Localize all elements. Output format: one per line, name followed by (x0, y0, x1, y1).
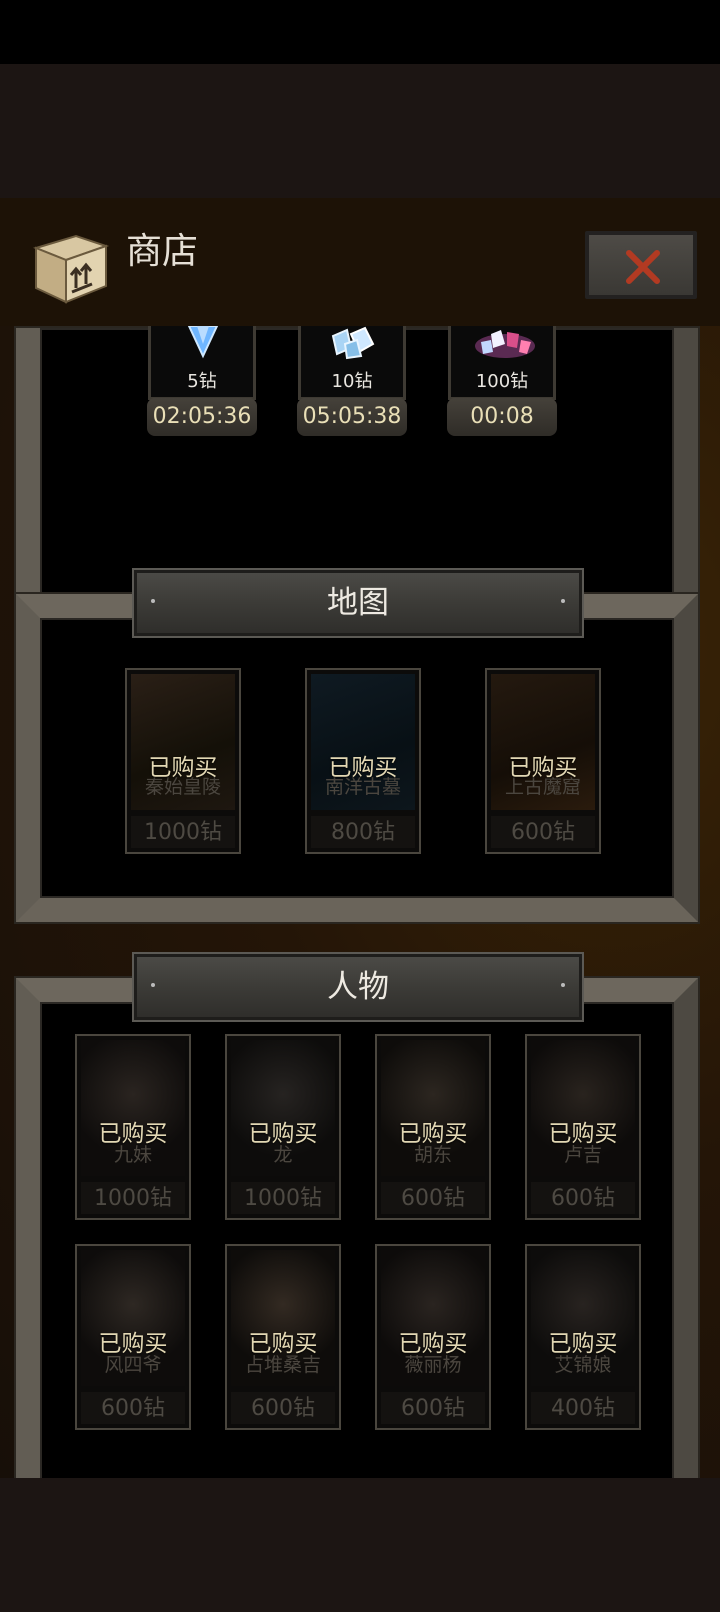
character-price: 600钻 (401, 1396, 465, 1421)
character-price: 1000钻 (244, 1186, 322, 1211)
purchased-label: 已购买 (148, 755, 218, 781)
map-card-nanyang-tomb[interactable]: 南洋古墓 已购买 800钻 (305, 668, 421, 854)
character-price: 600钻 (551, 1186, 615, 1211)
purchased-label: 已购买 (248, 1331, 318, 1357)
shop-window: 商店 5钻 10钻 100钻 02:05:36 05:05:38 00:08 地… (0, 198, 720, 1478)
diamond-item-100[interactable]: 100钻 (448, 326, 556, 400)
map-price: 600钻 (511, 820, 575, 845)
diamond-amount: 5钻 (187, 371, 217, 392)
gem-pile-icon (475, 330, 535, 358)
character-card-luji[interactable]: 卢吉 已购买 600钻 (525, 1034, 641, 1220)
rivet (561, 599, 565, 603)
shop-header: 商店 (0, 198, 720, 326)
character-section-title: 人物 (327, 969, 389, 1005)
map-section-title: 地图 (327, 585, 389, 621)
diamond-amount: 100钻 (475, 371, 529, 392)
map-card-qin-tomb[interactable]: 秦始皇陵 已购买 1000钻 (125, 668, 241, 854)
rivet (151, 599, 155, 603)
diamond-timer: 02:05:36 (147, 398, 257, 436)
map-price: 1000钻 (144, 820, 222, 845)
character-price: 600钻 (101, 1396, 165, 1421)
map-card-ancient-cave[interactable]: 上古魔窟 已购买 600钻 (485, 668, 601, 854)
purchased-label: 已购买 (548, 1331, 618, 1357)
ice-crystals-icon (331, 326, 375, 360)
character-price: 400钻 (551, 1396, 615, 1421)
diamond-timer: 05:05:38 (297, 398, 407, 436)
map-section-banner: 地图 (132, 568, 584, 638)
close-button[interactable] (585, 231, 697, 299)
diamond-amount: 10钻 (331, 371, 373, 392)
purchased-label: 已购买 (328, 755, 398, 781)
purchased-label: 已购买 (398, 1121, 468, 1147)
character-card-long[interactable]: 龙 已购买 1000钻 (225, 1034, 341, 1220)
purchased-label: 已购买 (248, 1121, 318, 1147)
rivet (151, 983, 155, 987)
character-card-weiliyang[interactable]: 薇丽杨 已购买 600钻 (375, 1244, 491, 1430)
diamond-item-5[interactable]: 5钻 (148, 326, 256, 400)
diamond-item-10[interactable]: 10钻 (298, 326, 406, 400)
character-card-fengsiye[interactable]: 风四爷 已购买 600钻 (75, 1244, 191, 1430)
diamond-timer: 00:08 (447, 398, 557, 436)
character-price: 600钻 (251, 1396, 315, 1421)
letterbox-top (0, 64, 720, 198)
character-price: 600钻 (401, 1186, 465, 1211)
map-price: 800钻 (331, 820, 395, 845)
character-card-zhandui-sangji[interactable]: 占堆桑吉 已购买 600钻 (225, 1244, 341, 1430)
purchased-label: 已购买 (98, 1121, 168, 1147)
character-card-hudong[interactable]: 胡东 已购买 600钻 (375, 1034, 491, 1220)
shop-title: 商店 (126, 231, 199, 272)
character-section-banner: 人物 (132, 952, 584, 1022)
letterbox-bottom (0, 1478, 720, 1612)
rivet (561, 983, 565, 987)
character-price: 1000钻 (94, 1186, 172, 1211)
blue-diamond-icon (187, 326, 219, 359)
purchased-label: 已购买 (548, 1121, 618, 1147)
package-box-icon (30, 226, 110, 304)
status-bar (0, 0, 720, 64)
purchased-label: 已购买 (508, 755, 578, 781)
purchased-label: 已购买 (98, 1331, 168, 1357)
character-card-jiumei[interactable]: 九妹 已购买 1000钻 (75, 1034, 191, 1220)
character-card-aijinniang[interactable]: 艾锦娘 已购买 400钻 (525, 1244, 641, 1430)
purchased-label: 已购买 (398, 1331, 468, 1357)
close-x-icon (626, 250, 660, 284)
